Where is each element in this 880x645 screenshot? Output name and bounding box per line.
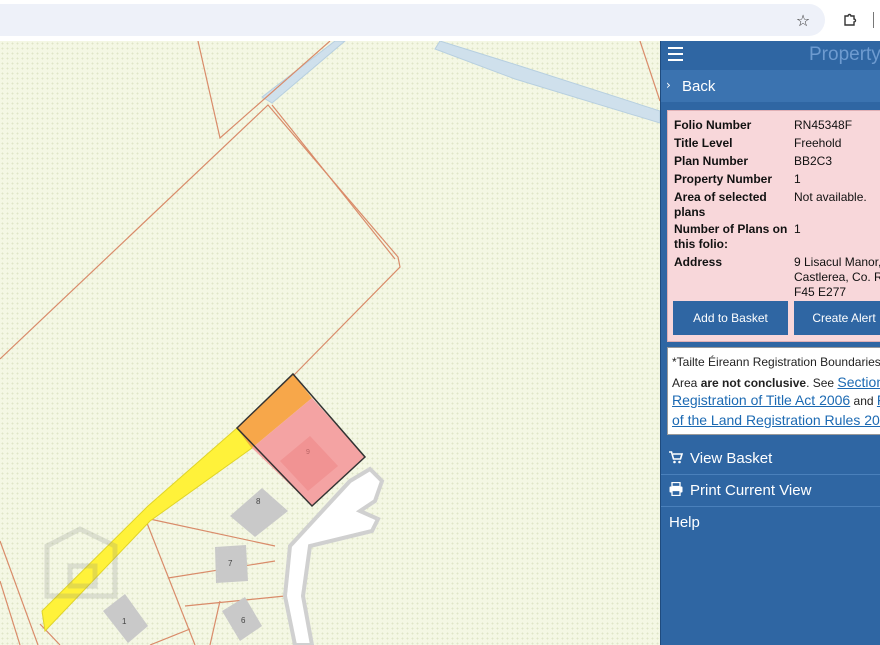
- star-icon[interactable]: ☆: [792, 9, 814, 31]
- house-number-6: 6: [241, 616, 246, 625]
- disclaimer-line1: *Tailte Éireann Registration Boundaries: [672, 355, 880, 369]
- property-info-box: Folio Number RN45348F Title Level Freeho…: [667, 110, 880, 342]
- back-label: Back: [682, 78, 716, 95]
- road: [282, 466, 385, 645]
- map-canvas[interactable]: [0, 41, 660, 645]
- address-bar[interactable]: [0, 4, 825, 36]
- num-plans-label: Number of Plans on this folio:: [674, 222, 790, 252]
- add-to-basket-button[interactable]: Add to Basket: [673, 301, 788, 335]
- stream: [261, 41, 346, 104]
- address-value: 9 Lisacul Manor, L Castlerea, Co. Ro F45…: [794, 255, 880, 300]
- property-number-label: Property Number: [674, 172, 773, 186]
- folio-number-value: RN45348F: [794, 118, 853, 132]
- house-number-9: 9: [306, 449, 310, 456]
- print-view-label: Print Current View: [690, 482, 812, 499]
- title-level-label: Title Level: [674, 136, 733, 150]
- house-number-1: 1: [122, 617, 127, 626]
- create-alert-button[interactable]: Create Alert: [794, 301, 880, 335]
- view-basket-label: View Basket: [690, 450, 773, 467]
- area-label: Area of selected plans: [674, 190, 790, 220]
- house-number-8: 8: [256, 497, 261, 506]
- puzzle-icon[interactable]: [839, 9, 861, 31]
- house-8: [230, 488, 288, 537]
- address-line2: Castlerea, Co. Ro: [794, 270, 880, 284]
- panel-header: Property: [661, 41, 880, 70]
- help-button[interactable]: Help: [661, 506, 880, 538]
- yellow-strip: [41, 427, 253, 633]
- disclaimer-line4: of the Land Registration Rules 201: [672, 412, 880, 428]
- help-label: Help: [669, 514, 700, 531]
- folio-number-label: Folio Number: [674, 118, 752, 132]
- plan-number-label: Plan Number: [674, 154, 749, 168]
- plan-number-value: BB2C3: [794, 154, 833, 168]
- map-view[interactable]: 9 8 7 1 6: [0, 41, 660, 645]
- area-value: Not available.: [794, 190, 867, 204]
- address-label: Address: [674, 255, 723, 269]
- num-plans-label-line1: Number of Plans on: [674, 222, 788, 236]
- view-basket-button[interactable]: View Basket: [661, 442, 880, 475]
- area-label-line1: Area of selected: [674, 190, 767, 204]
- cart-icon: [669, 451, 683, 464]
- disclaimer-area: Area: [672, 376, 701, 390]
- address-line1: 9 Lisacul Manor, L: [794, 255, 880, 269]
- area-label-line2: plans: [674, 205, 706, 219]
- disclaimer-line3: Registration of Title Act 2006 and F: [672, 392, 880, 408]
- chevron-right-icon: ›: [666, 78, 671, 92]
- panel-title: Property: [809, 44, 880, 65]
- section-link[interactable]: Section: [837, 374, 880, 390]
- num-plans-label-line2: this folio:: [674, 237, 728, 251]
- toolbar-separator: [873, 12, 874, 28]
- disclaimer-and: and: [850, 394, 877, 408]
- title-level-value: Freehold: [794, 136, 842, 150]
- house-number-7: 7: [228, 559, 233, 568]
- disclaimer-line2: Area are not conclusive. See Section: [672, 374, 880, 390]
- printer-icon: [669, 482, 683, 496]
- num-plans-value: 1: [794, 222, 801, 236]
- back-button[interactable]: › Back: [661, 70, 880, 102]
- property-number-value: 1: [794, 172, 801, 186]
- address-line3: F45 E277: [794, 285, 847, 299]
- menu-icon[interactable]: [668, 47, 683, 61]
- disclaimer-see: . See: [806, 376, 838, 390]
- registration-act-link[interactable]: Registration of Title Act 2006: [672, 392, 850, 408]
- browser-toolbar: ☆: [0, 0, 880, 41]
- print-view-button[interactable]: Print Current View: [661, 474, 880, 507]
- property-panel: Property › Back Folio Number RN45348F Ti…: [660, 41, 880, 645]
- disclaimer-not-conclusive: are not conclusive: [700, 376, 807, 390]
- land-registration-rules-link[interactable]: of the Land Registration Rules 201: [672, 412, 880, 428]
- disclaimer-box: *Tailte Éireann Registration Boundaries …: [667, 347, 880, 435]
- stream-east: [434, 41, 660, 124]
- disclaimer-text-1: *Tailte Éireann Registration Boundaries: [672, 355, 880, 369]
